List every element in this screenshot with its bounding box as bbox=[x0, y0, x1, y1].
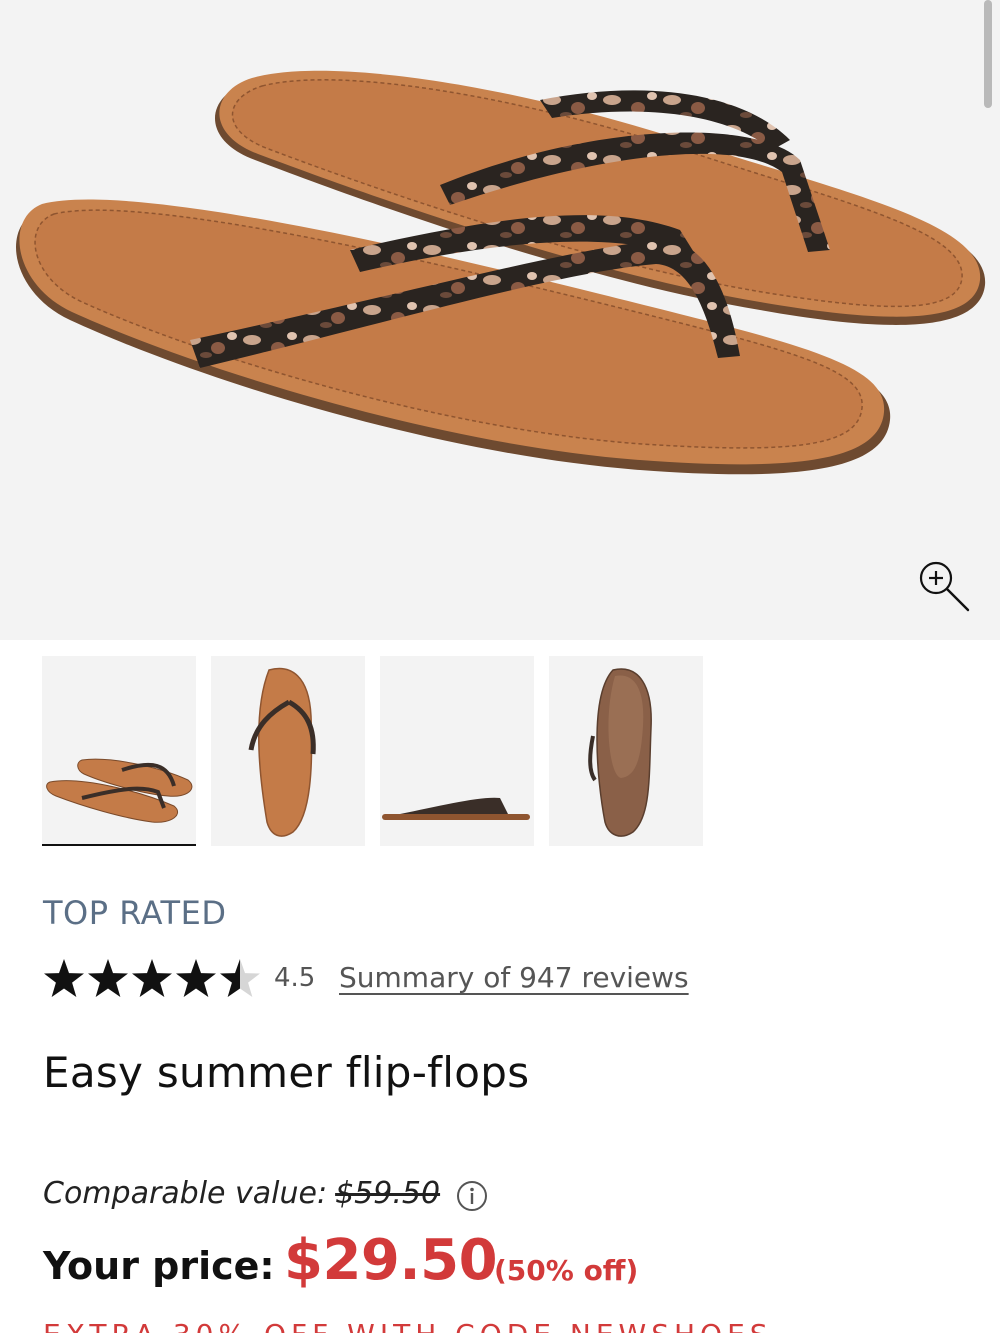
info-circle-icon[interactable] bbox=[456, 1180, 488, 1212]
star-icon bbox=[44, 959, 84, 997]
discount-percentage: (50% off) bbox=[494, 1254, 639, 1287]
selected-thumbnail-indicator bbox=[42, 844, 196, 846]
rating-value: 4.5 bbox=[274, 963, 316, 993]
thumbnail-2[interactable] bbox=[211, 656, 365, 846]
rating-stars bbox=[44, 959, 260, 997]
flip-flops-photo bbox=[15, 70, 986, 475]
your-price-label: Your price: bbox=[43, 1244, 275, 1288]
sale-price: $29.50 bbox=[284, 1228, 498, 1293]
thumbnail-top-view-image bbox=[248, 667, 316, 837]
thumbnail-side-view-image bbox=[382, 797, 530, 820]
zoom-button[interactable] bbox=[912, 558, 974, 614]
rating-row: 4.5 Summary of 947 reviews bbox=[43, 955, 743, 1005]
product-title: Easy summer flip-flops bbox=[43, 1048, 530, 1097]
promo-code-banner: EXTRA 30% OFF WITH CODE NEWSHOES bbox=[43, 1318, 773, 1333]
thumbnail-3[interactable] bbox=[380, 656, 534, 846]
thumbnail-strip bbox=[42, 656, 742, 850]
thumbnail-1[interactable] bbox=[42, 656, 196, 846]
star-icon bbox=[132, 959, 172, 997]
comparable-label: Comparable value: bbox=[43, 1176, 328, 1211]
thumbnail-pair-angle-image bbox=[46, 758, 193, 823]
thumbnail-4[interactable] bbox=[549, 656, 703, 846]
reviews-summary-link[interactable]: Summary of 947 reviews bbox=[339, 961, 689, 994]
info-icon-graphic bbox=[457, 1181, 487, 1211]
top-rated-badge: TOP RATED bbox=[43, 894, 227, 932]
magnifier-plus-icon bbox=[919, 561, 970, 612]
page-scrollbar[interactable] bbox=[984, 0, 992, 108]
thumbnail-sole-view-image bbox=[588, 668, 652, 837]
comparable-value: Comparable value: $59.50 bbox=[43, 1176, 440, 1211]
star-icon bbox=[176, 959, 216, 997]
star-icon bbox=[88, 959, 128, 997]
comparable-price: $59.50 bbox=[335, 1176, 441, 1211]
product-hero-image[interactable] bbox=[0, 0, 1000, 640]
